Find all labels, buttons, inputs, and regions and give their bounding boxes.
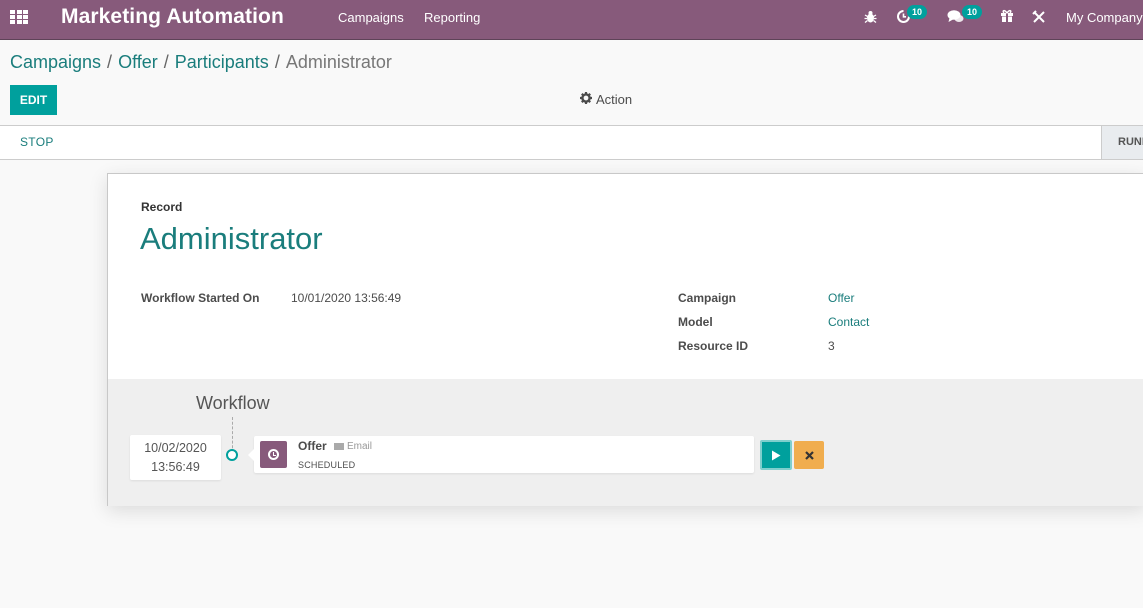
breadcrumb-participants[interactable]: Participants (175, 52, 269, 72)
model-label: Model (678, 315, 713, 329)
workflow-started-value: 10/01/2020 13:56:49 (291, 291, 402, 305)
menu-reporting[interactable]: Reporting (424, 10, 480, 25)
debug-bug-icon[interactable] (864, 10, 877, 27)
stop-button[interactable]: STOP (20, 135, 54, 149)
resource-id-value: 3 (828, 339, 835, 353)
breadcrumb: Campaigns / Offer / Participants / Administrat… (10, 52, 392, 73)
gear-icon (580, 92, 592, 107)
activity-type: Email (334, 441, 372, 452)
breadcrumb-campaigns[interactable]: Campaigns (10, 52, 101, 72)
close-icon (804, 450, 814, 460)
timeline-dot (226, 449, 238, 461)
form-sheet: Record Administrator Workflow Started On… (107, 173, 1143, 506)
breadcrumb-separator: / (107, 52, 113, 72)
status-bar: STOP RUNNING (0, 125, 1143, 160)
play-icon (772, 450, 781, 460)
activity-card[interactable]: Offer Email SCHEDULED (248, 436, 754, 473)
action-label: Action (596, 92, 633, 107)
breadcrumb-offer[interactable]: Offer (118, 52, 158, 72)
resource-id-label: Resource ID (678, 339, 749, 353)
workflow-started-label: Workflow Started On (141, 291, 260, 305)
workflow-section: Workflow 10/02/2020 13:56:49 Offer Email… (108, 379, 1143, 506)
menu-campaigns[interactable]: Campaigns (338, 10, 404, 25)
activity-count-badge: 10 (907, 5, 928, 19)
app-title[interactable]: Marketing Automation (61, 5, 284, 29)
workflow-title: Workflow (196, 393, 270, 413)
top-navbar: Marketing Automation Campaigns Reporting… (0, 0, 1143, 40)
edit-button[interactable]: EDIT (10, 85, 57, 115)
gift-icon[interactable] (1000, 9, 1014, 25)
action-dropdown[interactable]: Action (580, 92, 632, 107)
tools-close-icon[interactable] (1032, 10, 1046, 27)
record-title: Administrator (140, 221, 323, 256)
timeline-line (232, 417, 233, 453)
activity-date-day: 10/02/2020 (144, 441, 207, 455)
run-activity-button[interactable] (760, 440, 792, 470)
campaign-link[interactable]: Offer (828, 291, 854, 305)
stage-running[interactable]: RUNNING (1101, 126, 1143, 159)
activity-date: 10/02/2020 13:56:49 (130, 435, 221, 480)
breadcrumb-current: Administrator (285, 52, 392, 72)
model-link[interactable]: Contact (828, 315, 869, 329)
scheduled-clock-icon (260, 441, 287, 468)
activity-state: SCHEDULED (298, 460, 356, 470)
breadcrumb-separator: / (163, 52, 169, 72)
envelope-icon (334, 443, 344, 450)
cancel-activity-button[interactable] (794, 441, 824, 469)
campaign-label: Campaign (678, 291, 737, 305)
activity-type-label: Email (347, 441, 373, 452)
record-label: Record (141, 200, 183, 214)
activity-name: Offer (298, 439, 327, 453)
activity-date-time: 13:56:49 (151, 460, 200, 474)
company-switcher[interactable]: My Company (1066, 10, 1143, 25)
breadcrumb-separator: / (274, 52, 280, 72)
apps-menu-icon[interactable] (10, 10, 28, 24)
messages-count-badge: 10 (962, 5, 983, 19)
